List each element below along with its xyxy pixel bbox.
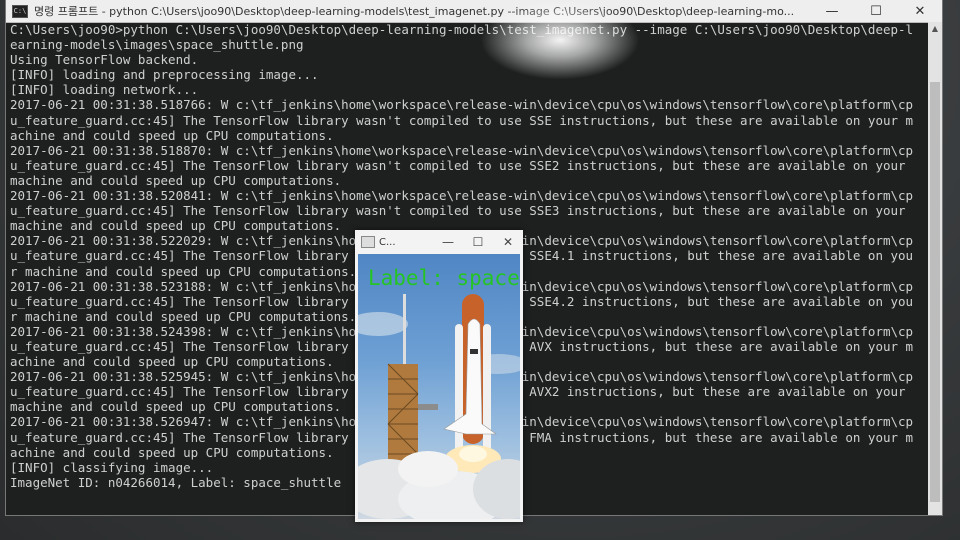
console-line: machine and could speed up CPU computati…	[10, 172, 342, 188]
minimize-button[interactable]: —	[810, 0, 854, 22]
console-line: [INFO] loading and preprocessing image..…	[10, 67, 319, 83]
scroll-up-arrow-icon[interactable]: ▲	[928, 22, 942, 36]
image-close-button[interactable]: ✕	[493, 235, 523, 249]
console-line: u_feature_guard.cc:45] The TensorFlow li…	[10, 203, 906, 219]
console-line: Using TensorFlow backend.	[10, 52, 199, 68]
scrollbar-thumb[interactable]	[930, 82, 940, 502]
image-maximize-button[interactable]: ☐	[463, 235, 493, 249]
space-shuttle-illustration	[358, 294, 520, 519]
console-line: u_feature_guard.cc:45] The TensorFlow li…	[10, 112, 914, 128]
prediction-label-overlay: Label: space	[368, 266, 520, 290]
close-button[interactable]: ✕	[898, 0, 942, 22]
maximize-button[interactable]: ☐	[854, 0, 898, 22]
console-titlebar[interactable]: C:\ 명령 프롬프트 - python C:\Users\joo90\Desk…	[6, 0, 942, 23]
console-line: 2017-06-21 00:31:38.520841: W c:\tf_jenk…	[10, 188, 914, 204]
console-line: C:\Users\joo90>python C:\Users\joo90\Des…	[10, 22, 914, 37]
console-line: [INFO] loading network...	[10, 82, 199, 98]
console-line: achine and could speed up CPU computatio…	[10, 127, 334, 143]
image-window-titlebar[interactable]: C... — ☐ ✕	[355, 230, 523, 254]
image-window-title: C...	[379, 236, 396, 248]
window-icon	[361, 236, 375, 248]
image-window: C... — ☐ ✕ Label: space	[355, 230, 523, 522]
console-title: 명령 프롬프트 - python C:\Users\joo90\Desktop\…	[34, 5, 795, 18]
console-line: earning-models\images\space_shuttle.png	[10, 37, 304, 53]
console-line: u_feature_guard.cc:45] The TensorFlow li…	[10, 157, 906, 173]
console-line: 2017-06-21 00:31:38.518766: W c:\tf_jenk…	[10, 97, 914, 113]
space-shuttle-image: Label: space	[358, 254, 520, 519]
image-minimize-button[interactable]: —	[433, 235, 463, 249]
console-line: 2017-06-21 00:31:38.518870: W c:\tf_jenk…	[10, 142, 914, 158]
cmd-icon: C:\	[12, 4, 28, 18]
console-scrollbar[interactable]: ▲	[928, 22, 942, 515]
